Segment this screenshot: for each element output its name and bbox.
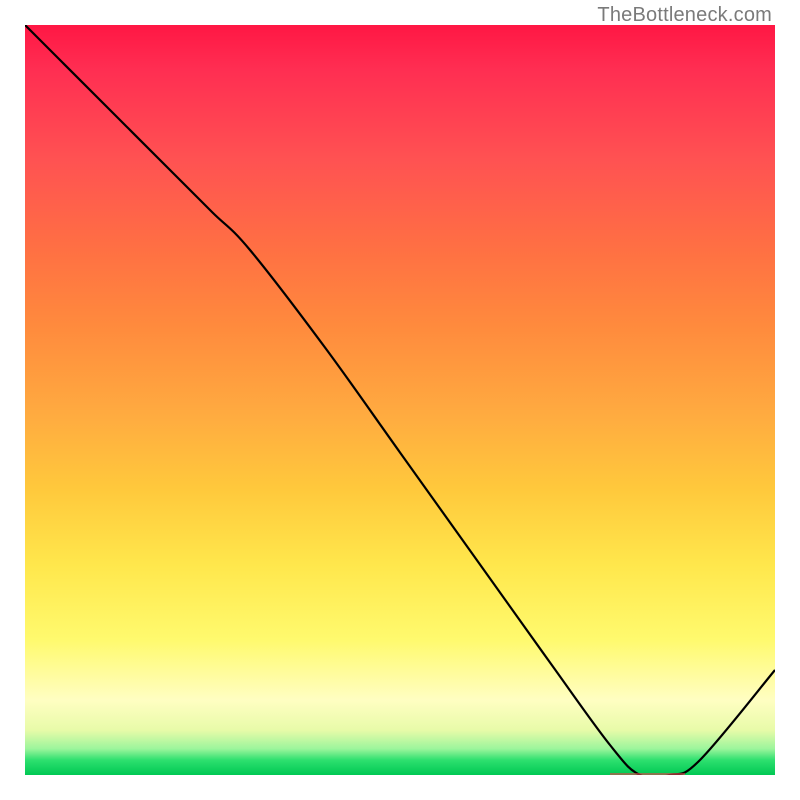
watermark-text: TheBottleneck.com: [597, 4, 772, 27]
bottleneck-curve: [25, 25, 775, 775]
curve-svg: [25, 25, 775, 775]
plot-area: [25, 25, 775, 775]
bottleneck-chart: TheBottleneck.com: [0, 0, 800, 800]
